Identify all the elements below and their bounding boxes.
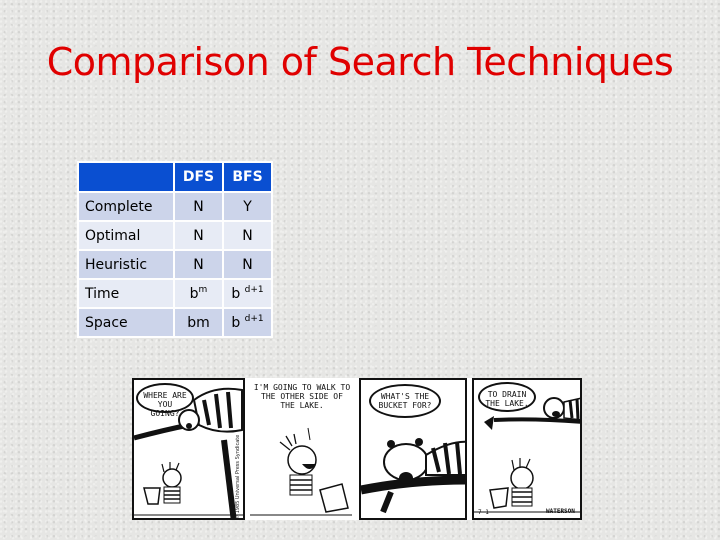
dfs-value: N (175, 251, 222, 278)
bfs-exponent: d+1 (244, 314, 264, 324)
row-label: Optimal (79, 222, 173, 249)
bfs-base: b (231, 315, 241, 331)
comic-panel-3: WHAT'S THE BUCKET FOR? (359, 378, 467, 520)
row-label: Space (79, 309, 173, 336)
bfs-value: Y (224, 193, 271, 220)
header-corner-cell (79, 163, 173, 191)
table-header-row: DFS BFS (79, 163, 271, 191)
bfs-exponent: d+1 (244, 285, 264, 295)
table-row: Optimal N N (79, 222, 271, 249)
dfs-value: N (175, 222, 222, 249)
copyright-notice: © 1985 Universal Press Syndicate (235, 434, 241, 520)
bfs-base: b (231, 286, 241, 302)
speech-bubble: WHERE ARE YOU GOING? (136, 383, 194, 418)
row-label: Time (79, 280, 173, 307)
slide-title: Comparison of Search Techniques (46, 40, 674, 84)
dfs-base: b (189, 286, 199, 302)
bfs-value: b d+1 (224, 280, 271, 307)
row-label: Complete (79, 193, 173, 220)
table-row: Time bm b d+1 (79, 280, 271, 307)
table-row: Complete N Y (79, 193, 271, 220)
comic-panel-4: TO DRAIN THE LAKE. 7-1 WATERSON (472, 378, 582, 520)
dfs-value: bm (175, 280, 222, 307)
table-row: Space bm b d+1 (79, 309, 271, 336)
strip-date: 7-1 (478, 509, 489, 516)
speech-text: I'M GOING TO WALK TO THE OTHER SIDE OF T… (253, 383, 351, 410)
comic-panel-2: I'M GOING TO WALK TO THE OTHER SIDE OF T… (248, 378, 354, 520)
header-bfs: BFS (224, 163, 271, 191)
comparison-table: DFS BFS Complete N Y Optimal N N Heurist… (77, 161, 273, 338)
comic-panel-1: WHERE ARE YOU GOING? © 1985 Universal Pr… (132, 378, 245, 520)
artist-signature: WATERSON (546, 508, 575, 515)
dfs-exponent: m (198, 285, 208, 295)
dfs-value: N (175, 193, 222, 220)
table-row: Heuristic N N (79, 251, 271, 278)
dfs-value: bm (175, 309, 222, 336)
bfs-value: N (224, 222, 271, 249)
bfs-value: b d+1 (224, 309, 271, 336)
speech-bubble: TO DRAIN THE LAKE. (478, 382, 536, 412)
comic-strip: WHERE ARE YOU GOING? © 1985 Universal Pr… (132, 378, 582, 520)
header-dfs: DFS (175, 163, 222, 191)
bfs-value: N (224, 251, 271, 278)
row-label: Heuristic (79, 251, 173, 278)
speech-bubble: WHAT'S THE BUCKET FOR? (369, 384, 441, 418)
